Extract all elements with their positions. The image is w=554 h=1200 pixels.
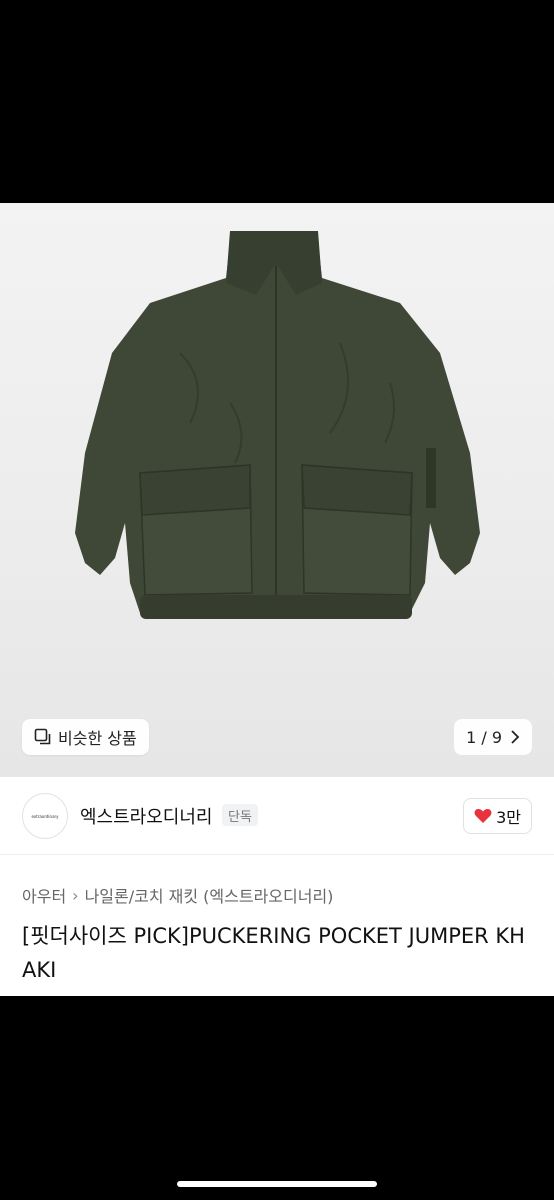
image-counter-text: 1 / 9 — [466, 727, 502, 747]
home-indicator — [177, 1181, 377, 1187]
breadcrumb-category[interactable]: 아우터 — [22, 883, 66, 907]
chevron-right-icon: › — [72, 885, 79, 905]
chevron-right-icon — [511, 730, 520, 744]
heart-icon — [474, 808, 492, 823]
product-image-gallery[interactable] — [0, 203, 554, 777]
like-count: 3만 — [496, 808, 521, 827]
brand-logo-text: extraordinary — [31, 813, 59, 819]
top-black-area — [0, 0, 554, 203]
similar-products-label: 비슷한 상품 — [58, 729, 137, 748]
product-title: [핏더사이즈 PICK]PUCKERING POCKET JUMPER KHAK… — [22, 924, 525, 982]
product-info: 아우터 › 나일론/코치 재킷 (엑스트라오디너리) [핏더사이즈 PICK]P… — [0, 855, 554, 996]
like-button[interactable]: 3만 — [463, 798, 532, 834]
product-jacket-image — [75, 231, 480, 619]
breadcrumb-subcategory[interactable]: 나일론/코치 재킷 (엑스트라오디너리) — [85, 883, 334, 907]
similar-products-button[interactable]: 비슷한 상품 — [22, 719, 149, 755]
brand-name[interactable]: 엑스트라오디너리 — [80, 803, 212, 829]
breadcrumb: 아우터 › 나일론/코치 재킷 (엑스트라오디너리) — [22, 883, 333, 907]
brand-logo[interactable]: extraordinary — [22, 793, 68, 839]
similar-icon — [34, 728, 51, 745]
exclusive-badge: 단독 — [222, 804, 258, 826]
brand-bar: extraordinary 엑스트라오디너리 단독 3만 — [0, 777, 554, 855]
image-counter[interactable]: 1 / 9 — [454, 719, 532, 755]
